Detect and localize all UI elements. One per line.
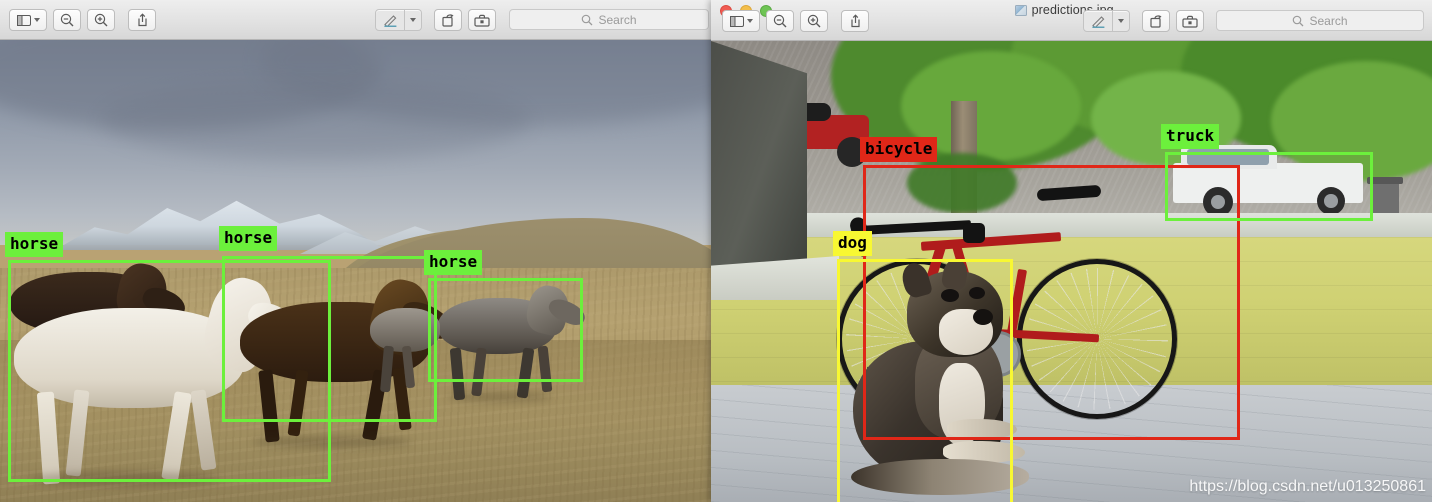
- zoom-out-button[interactable]: [766, 10, 794, 32]
- titlebar-left: Search: [0, 0, 711, 40]
- rotate-button[interactable]: [434, 9, 462, 31]
- share-button[interactable]: [128, 9, 156, 31]
- search-icon: [1292, 15, 1304, 27]
- toolbar-left-group: [9, 9, 156, 31]
- markup-pen-button[interactable]: [1083, 10, 1113, 32]
- zoom-in-icon: [807, 14, 821, 28]
- search-icon: [581, 14, 593, 26]
- detection-box-truck: [1165, 152, 1373, 221]
- chevron-down-icon: [33, 18, 40, 22]
- detection-box-dog: [837, 259, 1013, 502]
- detection-label-horse-3: horse: [424, 250, 483, 275]
- markup-toolbox-button[interactable]: [1176, 10, 1204, 32]
- search-placeholder: Search: [1309, 13, 1348, 28]
- chevron-down-icon: [746, 19, 753, 23]
- sidebar-toggle-button[interactable]: [722, 10, 760, 32]
- detection-label-bicycle: bicycle: [860, 137, 938, 162]
- markup-options-button[interactable]: [1113, 10, 1130, 32]
- image-canvas-right[interactable]: bicycle dog truck https://blog.csdn.net/…: [711, 41, 1432, 502]
- cloud: [100, 80, 530, 160]
- zoom-out-button[interactable]: [53, 9, 81, 31]
- rotate-left-icon: [1149, 14, 1164, 28]
- toolbar-markup-group: [1083, 10, 1204, 32]
- detection-label-truck: truck: [1161, 124, 1220, 149]
- toolbar-right-group: [375, 9, 496, 31]
- toolbox-icon: [1182, 15, 1198, 28]
- photo-horses: horse horse horse: [0, 40, 711, 502]
- zoom-in-button[interactable]: [800, 10, 828, 32]
- preview-window-left: Search horse horse horse: [0, 0, 711, 502]
- sidebar-toggle-button[interactable]: [9, 9, 47, 31]
- markup-toolbox-button[interactable]: [468, 9, 496, 31]
- detection-label-dog: dog: [833, 231, 872, 256]
- share-button[interactable]: [841, 10, 869, 32]
- sidebar-icon: [729, 15, 744, 27]
- search-placeholder: Search: [598, 12, 637, 27]
- rotate-left-icon: [441, 13, 456, 27]
- markup-button-pair: [375, 9, 422, 31]
- zoom-out-icon: [773, 14, 787, 28]
- titlebar-right: predictions.jpg ⌄: [711, 0, 1432, 41]
- photo-dog-bicycle: bicycle dog truck https://blog.csdn.net/…: [711, 41, 1432, 502]
- search-field[interactable]: Search: [509, 9, 709, 30]
- markup-button-pair: [1083, 10, 1130, 32]
- watermark: https://blog.csdn.net/u013250861: [1189, 478, 1426, 495]
- zoom-out-icon: [60, 13, 74, 27]
- markup-pen-icon: [383, 13, 398, 27]
- share-icon: [136, 13, 149, 27]
- markup-pen-icon: [1091, 14, 1106, 28]
- toolbox-icon: [474, 14, 490, 27]
- detection-label-horse-1: horse: [5, 232, 64, 257]
- trash-bin: [1371, 181, 1399, 215]
- detection-box-horse-2: [222, 256, 437, 422]
- screen: Search horse horse horse predictions.jpg…: [0, 0, 1432, 502]
- detection-label-horse-2: horse: [219, 226, 278, 251]
- toolbar-right-window: Search: [711, 10, 1432, 36]
- zoom-in-icon: [94, 13, 108, 27]
- share-icon: [849, 14, 862, 28]
- porch-pillar: [711, 41, 807, 271]
- chevron-down-icon: [410, 18, 416, 22]
- toolbar-left-group: [722, 10, 869, 32]
- toolbar-left: Search: [0, 9, 711, 35]
- sidebar-icon: [16, 14, 31, 26]
- zoom-in-button[interactable]: [87, 9, 115, 31]
- markup-options-button[interactable]: [405, 9, 422, 31]
- preview-window-right: predictions.jpg ⌄: [711, 0, 1432, 502]
- image-canvas-left[interactable]: horse horse horse: [0, 40, 711, 502]
- search-field[interactable]: Search: [1216, 10, 1424, 31]
- markup-pen-button[interactable]: [375, 9, 405, 31]
- chevron-down-icon: [1118, 19, 1124, 23]
- rotate-button[interactable]: [1142, 10, 1170, 32]
- detection-box-horse-3: [428, 278, 583, 382]
